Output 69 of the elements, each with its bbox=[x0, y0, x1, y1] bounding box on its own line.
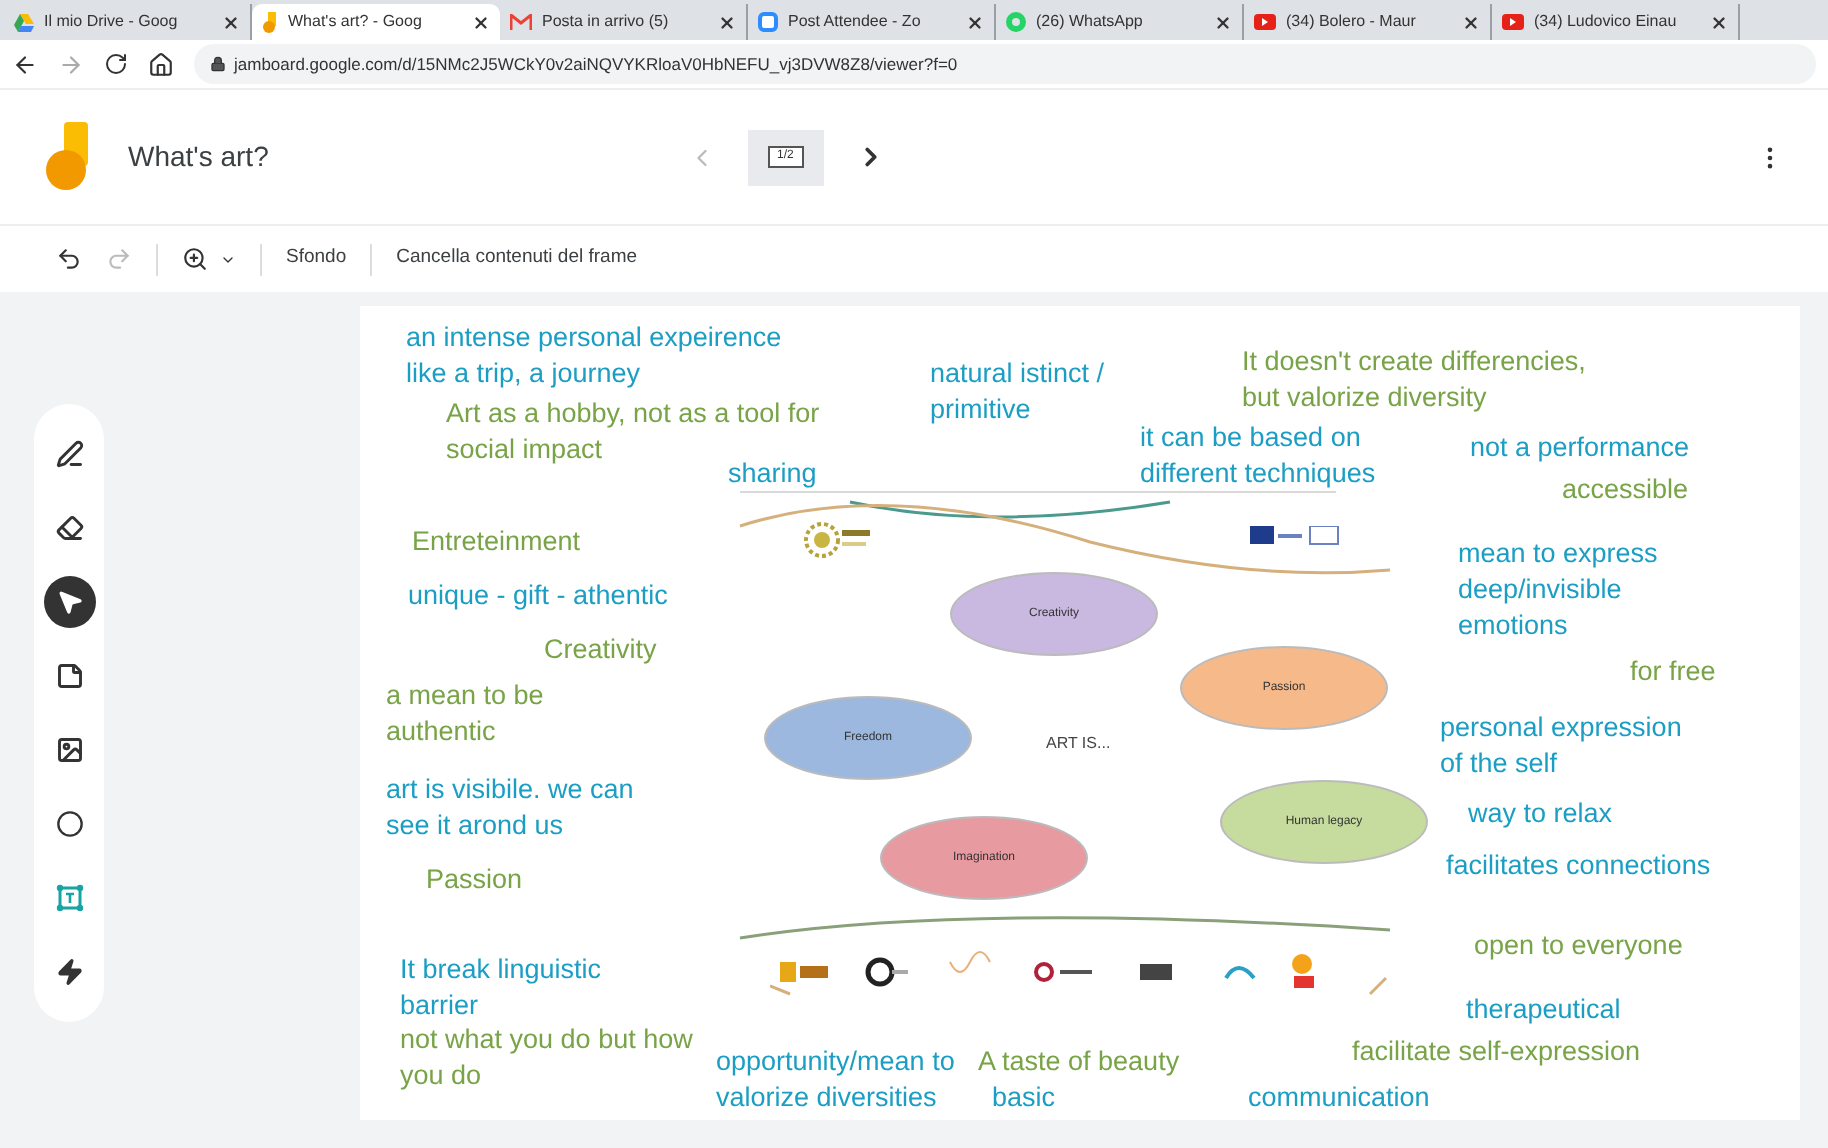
sticky-text: Creativity bbox=[544, 632, 657, 668]
sticky-text: therapeutical bbox=[1466, 992, 1621, 1028]
address-field[interactable]: jamboard.google.com/d/15NMc2J5WCkY0v2aiNQVYKRloaV0HbNEFU_vj3DVW8Z8/viewer?f=0 bbox=[194, 44, 1816, 84]
close-icon[interactable] bbox=[472, 13, 490, 31]
sticky-text: A taste of beauty bbox=[978, 1044, 1180, 1080]
text-box-icon bbox=[55, 884, 83, 912]
sticky-text: way to relax bbox=[1468, 796, 1613, 832]
undo-icon[interactable] bbox=[56, 246, 82, 272]
sticky-text: facilitate self-expression bbox=[1352, 1034, 1641, 1070]
eraser-icon bbox=[55, 514, 83, 542]
play-icon bbox=[1502, 14, 1524, 30]
sticky-text: a mean to be authentic bbox=[386, 678, 544, 750]
flag-logo bbox=[1250, 526, 1340, 550]
reload-icon[interactable] bbox=[104, 52, 128, 76]
zoom-icon[interactable] bbox=[182, 246, 208, 272]
tab-title: Post Attendee - Zo bbox=[788, 10, 923, 34]
pointer-icon bbox=[55, 588, 83, 616]
sticky-text: an intense personal expeirence like a trip, a journey bbox=[406, 320, 782, 392]
sticky-text: It doesn't create differencies, but valorize diversity bbox=[1242, 344, 1586, 416]
sticky-text: facilitates connections bbox=[1446, 848, 1711, 884]
pen-icon bbox=[55, 440, 83, 468]
close-icon[interactable] bbox=[966, 13, 984, 31]
sticky-text: accessible bbox=[1562, 472, 1689, 508]
sticky-text: Passion bbox=[426, 862, 523, 898]
sticky-text: mean to express deep/invisible emotions bbox=[1458, 536, 1658, 644]
tab-title: Posta in arrivo (5) bbox=[542, 10, 671, 34]
triangle-icon bbox=[14, 13, 34, 31]
jamboard-icon bbox=[262, 11, 278, 33]
sticky-text: not a performance bbox=[1470, 430, 1690, 466]
sticky-text: open to everyone bbox=[1474, 928, 1683, 964]
url-text: jamboard.google.com/d/15NMc2J5WCkY0v2aiNQVYKRloaV0HbNEFU_vj3DVW8Z8/viewer?f=0 bbox=[234, 51, 958, 77]
sticky-text: natural istinct / primitive bbox=[930, 356, 1105, 428]
laser-icon bbox=[55, 958, 83, 986]
sticky-text: basic bbox=[992, 1080, 1056, 1116]
close-icon[interactable] bbox=[1214, 13, 1232, 31]
close-icon[interactable] bbox=[718, 13, 736, 31]
image-icon bbox=[55, 736, 83, 764]
tool-button[interactable] bbox=[43, 576, 95, 628]
mail-icon bbox=[510, 14, 532, 30]
sticky-text: art is visibile. we can see it arond us bbox=[386, 772, 634, 844]
browser-tab[interactable]: What's art? - Goog bbox=[252, 4, 500, 40]
tab-title: Il mio Drive - Goog bbox=[44, 10, 180, 34]
sticky-text: unique - gift - athentic bbox=[408, 578, 668, 614]
sticky-text: it can be based on different techniques bbox=[1140, 420, 1376, 492]
slide-caption: ART IS... bbox=[1046, 732, 1111, 756]
board-title: What's art? bbox=[128, 138, 269, 176]
tab-title: (34) Ludovico Einau bbox=[1534, 10, 1679, 34]
sticky-text: It break linguistic barrier bbox=[400, 952, 602, 1024]
close-icon[interactable] bbox=[1710, 13, 1728, 31]
sticky-text: for free bbox=[1630, 654, 1716, 690]
sticky-text: Entreteinment bbox=[412, 524, 581, 560]
tab-title: (34) Bolero - Maur bbox=[1286, 10, 1418, 34]
note-icon bbox=[55, 662, 83, 690]
toolbar-button[interactable]: Sfondo bbox=[286, 244, 347, 274]
close-icon[interactable] bbox=[1462, 13, 1480, 31]
lock-icon bbox=[210, 56, 226, 72]
home-icon[interactable] bbox=[148, 51, 174, 77]
play-icon bbox=[1254, 14, 1276, 30]
sticky-text: personal expression of the self bbox=[1440, 710, 1682, 782]
sticky-text: opportunity/mean to valorize diversities bbox=[716, 1044, 955, 1116]
toolbar-button[interactable]: Cancella contenuti del frame bbox=[396, 244, 638, 274]
tab-title: What's art? - Goog bbox=[288, 10, 424, 34]
sticky-text: not what you do but how you do bbox=[400, 1022, 693, 1094]
tab-title: (26) WhatsApp bbox=[1036, 10, 1145, 34]
close-icon[interactable] bbox=[222, 13, 240, 31]
sticky-text: communication bbox=[1248, 1080, 1430, 1116]
sun-logo bbox=[802, 518, 874, 562]
circle-icon bbox=[55, 810, 83, 838]
back-icon[interactable] bbox=[12, 51, 38, 77]
